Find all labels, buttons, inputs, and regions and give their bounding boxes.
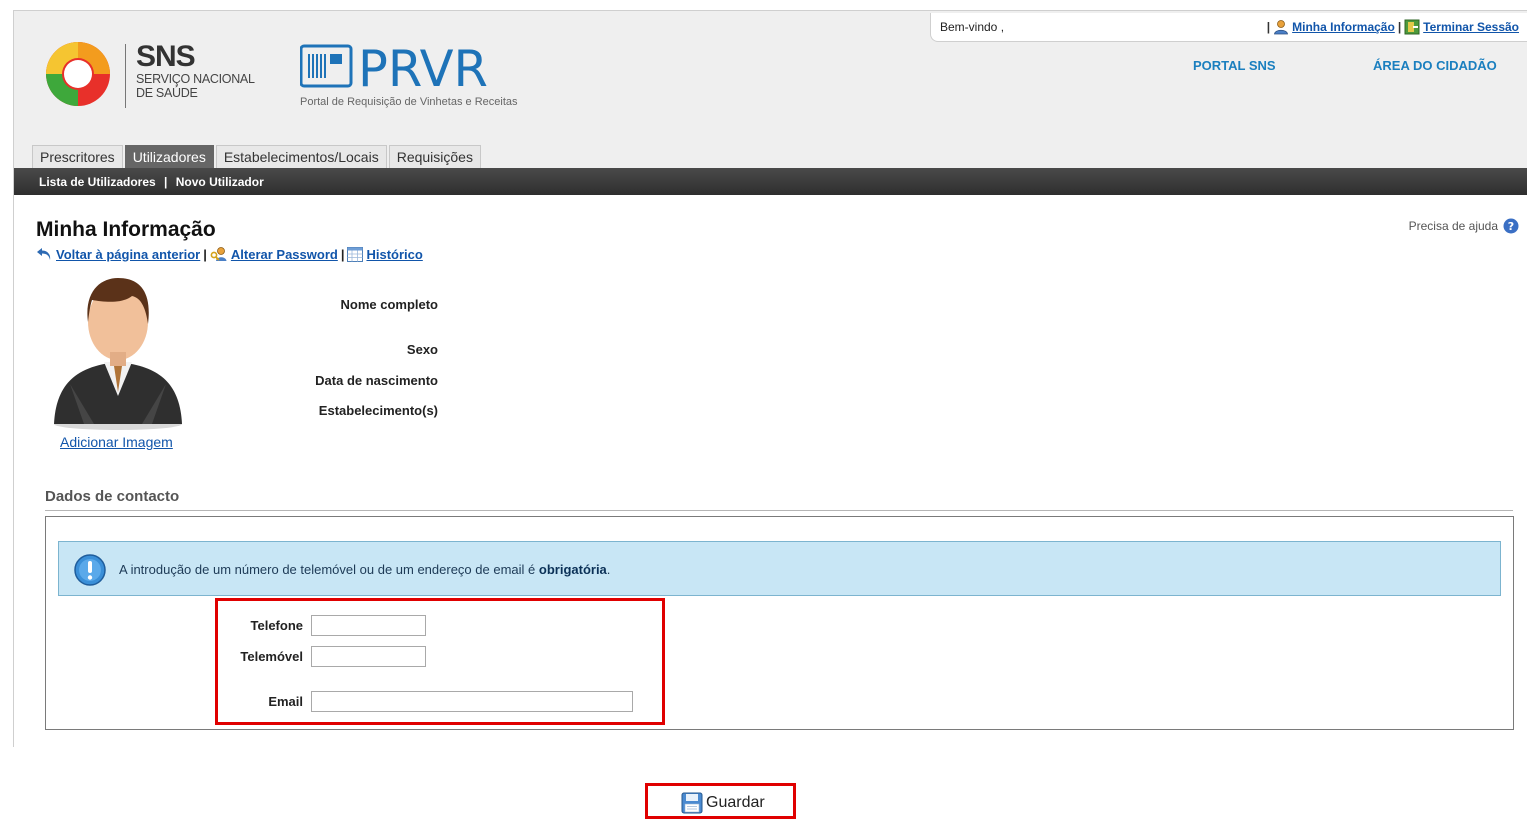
nome-completo-label: Nome completo <box>340 297 438 312</box>
subnav-lista-utilizadores[interactable]: Lista de Utilizadores <box>39 175 156 189</box>
tab-estabelecimentos[interactable]: Estabelecimentos/Locais <box>215 145 387 168</box>
main-tabs: Prescritores Utilizadores Estabeleciment… <box>32 145 481 168</box>
historico-link[interactable]: Histórico <box>366 247 422 262</box>
adicionar-imagem-link[interactable]: Adicionar Imagem <box>60 434 173 450</box>
highlight-box-fields <box>215 598 665 725</box>
alterar-password-link[interactable]: Alterar Password <box>231 247 338 262</box>
info-notice: A introdução de um número de telemóvel o… <box>58 541 1501 596</box>
separator: | <box>340 246 345 262</box>
guardar-label: Guardar <box>706 794 765 811</box>
subnav-bar: Lista de Utilizadores | Novo Utilizador <box>14 168 1527 195</box>
logout-icon <box>1404 19 1420 35</box>
key-user-icon <box>210 247 227 261</box>
save-disk-icon <box>681 792 703 814</box>
portal-sns-link[interactable]: PORTAL SNS <box>1193 58 1276 73</box>
data-nascimento-label: Data de nascimento <box>315 373 438 388</box>
guardar-button[interactable]: Guardar <box>681 792 765 814</box>
help-icon: ? <box>1503 218 1519 234</box>
notice-text: A introdução de um número de telemóvel o… <box>119 562 610 577</box>
separator: | <box>1266 20 1271 34</box>
subnav-novo-utilizador[interactable]: Novo Utilizador <box>176 175 264 189</box>
help-label: Precisa de ajuda <box>1408 219 1498 233</box>
tab-requisicoes[interactable]: Requisições <box>388 145 481 168</box>
minha-informacao-link[interactable]: Minha Informação <box>1292 20 1395 34</box>
avatar-icon <box>54 278 182 430</box>
page-title: Minha Informação <box>36 218 216 241</box>
user-links: | Minha Informação | Terminar Sessão <box>1267 19 1519 35</box>
prvr-subtitle: Portal de Requisição de Vinhetas e Recei… <box>300 96 518 108</box>
sns-wordmark: SNS SERVIÇO NACIONAL DE SAÚDE <box>136 40 255 101</box>
tab-utilizadores[interactable]: Utilizadores <box>124 145 214 168</box>
help-link[interactable]: Precisa de ajuda ? <box>1409 218 1519 234</box>
logo-divider <box>125 44 126 108</box>
area-cidadao-link[interactable]: ÁREA DO CIDADÃO <box>1373 58 1497 73</box>
action-links: Voltar à página anterior | Alterar Passw… <box>36 246 423 262</box>
notice-message: A introdução de um número de telemóvel o… <box>119 562 536 577</box>
sns-logo-icon <box>46 42 110 106</box>
sexo-label: Sexo <box>406 342 438 357</box>
info-icon <box>74 554 106 586</box>
calendar-icon <box>347 246 364 262</box>
separator: | <box>1397 20 1402 34</box>
back-arrow-icon <box>37 248 51 260</box>
terminar-sessao-link[interactable]: Terminar Sessão <box>1423 20 1519 34</box>
tab-prescritores[interactable]: Prescritores <box>32 145 123 168</box>
sns-title: SNS <box>136 40 196 73</box>
welcome-text: Bem-vindo , <box>940 20 1005 34</box>
separator: | <box>203 246 207 262</box>
contact-section-title: Dados de contacto <box>45 488 180 505</box>
welcome-bar: Bem-vindo , | Minha Informação | Termina… <box>930 13 1527 42</box>
prvr-title: PRVR <box>358 44 488 92</box>
sns-subtitle-line1: SERVIÇO NACIONAL <box>136 72 255 86</box>
voltar-link[interactable]: Voltar à página anterior <box>56 247 200 262</box>
estabelecimentos-label: Estabelecimento(s) <box>318 403 438 418</box>
section-divider <box>45 510 1513 511</box>
notice-emphasis: obrigatória <box>538 562 607 577</box>
svg-text:?: ? <box>1508 220 1514 233</box>
separator: | <box>164 175 168 189</box>
prvr-logo-icon: PRVR <box>300 44 488 92</box>
sns-subtitle-line2: DE SAÚDE <box>136 86 198 100</box>
notice-period: . <box>606 562 611 577</box>
user-icon <box>1274 20 1289 35</box>
